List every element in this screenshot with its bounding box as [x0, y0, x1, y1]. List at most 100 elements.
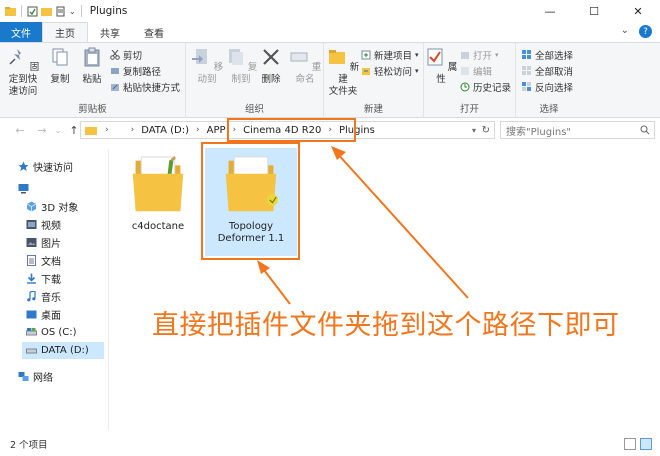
history-label: 历史记录 [473, 83, 512, 94]
select-group: 全部选择 全部取消 反向选择 选择 [516, 43, 582, 118]
history-icon [460, 82, 470, 92]
maximize-button[interactable]: ☐ [572, 0, 616, 22]
select-none-label: 全部取消 [535, 67, 574, 78]
sidebar-item-3d-objects[interactable]: 3D 对象 [26, 198, 78, 215]
sidebar-item-quick-access[interactable]: 快速访问 [18, 158, 73, 175]
customize-qa-chevron-icon[interactable]: ⌄ [69, 7, 76, 16]
sidebar-item-os-c[interactable]: OS (C:) [26, 324, 77, 341]
paste-button[interactable]: 粘贴 [76, 47, 108, 86]
copy-path-button[interactable]: 复制路径 [110, 64, 161, 78]
separator [80, 5, 82, 17]
properties-icon[interactable] [27, 6, 38, 17]
tab-file[interactable]: 文件 [0, 22, 42, 42]
annotation-arrowhead-folder [257, 260, 270, 274]
details-view-button[interactable] [624, 438, 636, 450]
paste-shortcut-button[interactable]: 粘贴快捷方式 [110, 80, 180, 94]
copy-path-label: 复制路径 [123, 67, 162, 78]
folder-item-topology-deformer[interactable]: Topology Deformer 1.1 [205, 148, 297, 256]
tab-home[interactable]: 主页 [42, 22, 88, 42]
delete-button[interactable]: 删除 [256, 47, 286, 86]
forward-arrow-icon[interactable]: → [34, 124, 50, 137]
sidebar-item-this-pc[interactable] [18, 180, 33, 197]
copy-to-button[interactable]: 复制到 [222, 47, 260, 86]
new-group: 新建 文件夹 新建项目 ▾ 轻松访问 ▾ 新建 [324, 43, 424, 118]
pane-divider[interactable] [108, 150, 109, 430]
sidebar-item-network[interactable]: 网络 [18, 368, 53, 385]
new-folder-icon [328, 50, 345, 64]
item-count: 2 个项目 [10, 440, 48, 451]
chevron-right-icon: › [196, 125, 200, 135]
sidebar-item-data-d[interactable]: DATA (D:) [22, 342, 104, 359]
minimize-button[interactable]: — [528, 0, 572, 22]
new-folder-icon[interactable] [41, 6, 52, 17]
rename-icon[interactable] [55, 6, 66, 17]
folder-icon [225, 156, 279, 212]
video-icon [26, 220, 37, 229]
invert-selection-icon [522, 82, 531, 91]
invert-selection-button[interactable]: 反向选择 [522, 80, 573, 94]
folder-icon [132, 156, 184, 212]
address-dropdown-chevron-icon[interactable]: ▾ [472, 126, 476, 135]
copy-button[interactable]: 复制 [44, 47, 76, 86]
rename-button[interactable]: 重命名 [286, 47, 324, 86]
tab-view[interactable]: 查看 [132, 22, 176, 42]
new-folder-button[interactable]: 新建 文件夹 [324, 47, 362, 98]
easy-access-label: 轻松访问 [374, 67, 413, 78]
large-icons-view-button[interactable] [640, 438, 652, 450]
back-arrow-icon[interactable]: ← [12, 124, 28, 137]
search-placeholder: 搜索"Plugins" [506, 126, 572, 138]
sidebar-item-label: OS (C:) [41, 327, 77, 338]
select-all-button[interactable]: 全部选择 [522, 48, 573, 62]
edit-label: 编辑 [473, 67, 493, 78]
navigation-pane: 快速访问 3D 对象 视频 图片 文档 下载 音乐 桌面 OS (C:) DAT… [0, 150, 108, 430]
search-input[interactable]: 搜索"Plugins" [500, 121, 655, 139]
folder-item-c4doctane[interactable]: c4doctane [120, 152, 196, 233]
breadcrumb-data-drive[interactable]: DATA (D:) [136, 125, 194, 136]
open-button[interactable]: 打开 ▾ [460, 48, 499, 62]
edit-button[interactable]: 编辑 [460, 64, 492, 78]
refresh-icon[interactable]: ↻ [482, 125, 490, 136]
move-to-button[interactable]: 移动到 [188, 47, 226, 86]
new-folder-label: 新建 文件夹 [328, 62, 360, 97]
sidebar-item-desktop[interactable]: 桌面 [26, 306, 61, 323]
recent-locations-chevron-icon[interactable]: ⌄ [50, 126, 66, 135]
sidebar-item-label: 音乐 [41, 293, 61, 304]
sidebar-item-downloads[interactable]: 下载 [26, 270, 61, 287]
delete-x-icon [263, 49, 279, 65]
select-none-button[interactable]: 全部取消 [522, 64, 573, 78]
easy-access-button[interactable]: 轻松访问 ▾ [361, 64, 419, 78]
rename-icon [290, 52, 308, 62]
collapse-ribbon-chevron-icon[interactable]: ⌄ [621, 25, 629, 38]
sidebar-item-documents[interactable]: 文档 [26, 252, 61, 269]
pin-quick-access-button[interactable]: 固定到快 速访问 [2, 47, 44, 98]
breadcrumb-cinema4d[interactable]: Cinema 4D R20 [238, 125, 326, 136]
close-button[interactable]: ✕ [616, 0, 660, 22]
ribbon-right-controls: ⌄ ? [621, 25, 652, 38]
sidebar-item-pictures[interactable]: 图片 [26, 234, 61, 251]
file-name: Topology Deformer 1.1 [217, 221, 285, 244]
address-bar[interactable]: › › DATA (D:) › APP › Cinema 4D R20 › Pl… [80, 121, 495, 139]
sidebar-item-label: 图片 [41, 239, 61, 250]
sidebar-item-label: 3D 对象 [41, 203, 79, 214]
sidebar-item-music[interactable]: 音乐 [26, 288, 61, 305]
annotation-instruction-text: 直接把插件文件夹拖到这个路径下即可 [152, 310, 620, 341]
network-icon [18, 372, 29, 381]
sidebar-item-label: 网络 [33, 373, 53, 384]
edit-icon [461, 67, 469, 75]
new-item-button[interactable]: 新建项目 ▾ [361, 48, 419, 62]
breadcrumb-plugins[interactable]: Plugins [334, 125, 380, 136]
music-icon [27, 291, 36, 302]
properties-button[interactable]: 属性 [424, 47, 458, 86]
tab-share[interactable]: 共享 [88, 22, 132, 42]
cut-button[interactable]: 剪切 [110, 48, 142, 62]
paste-label: 粘贴 [82, 74, 102, 85]
breadcrumb-app[interactable]: APP [202, 125, 231, 136]
annotation-arrowhead-path [331, 146, 346, 160]
sidebar-item-videos[interactable]: 视频 [26, 216, 61, 233]
desktop-icon [26, 310, 37, 319]
paste-shortcut-icon [111, 84, 119, 91]
organize-group-label: 组织 [244, 104, 264, 115]
history-button[interactable]: 历史记录 [460, 80, 511, 94]
help-icon[interactable]: ? [639, 25, 652, 38]
annotation-arrow-folder [260, 265, 291, 305]
